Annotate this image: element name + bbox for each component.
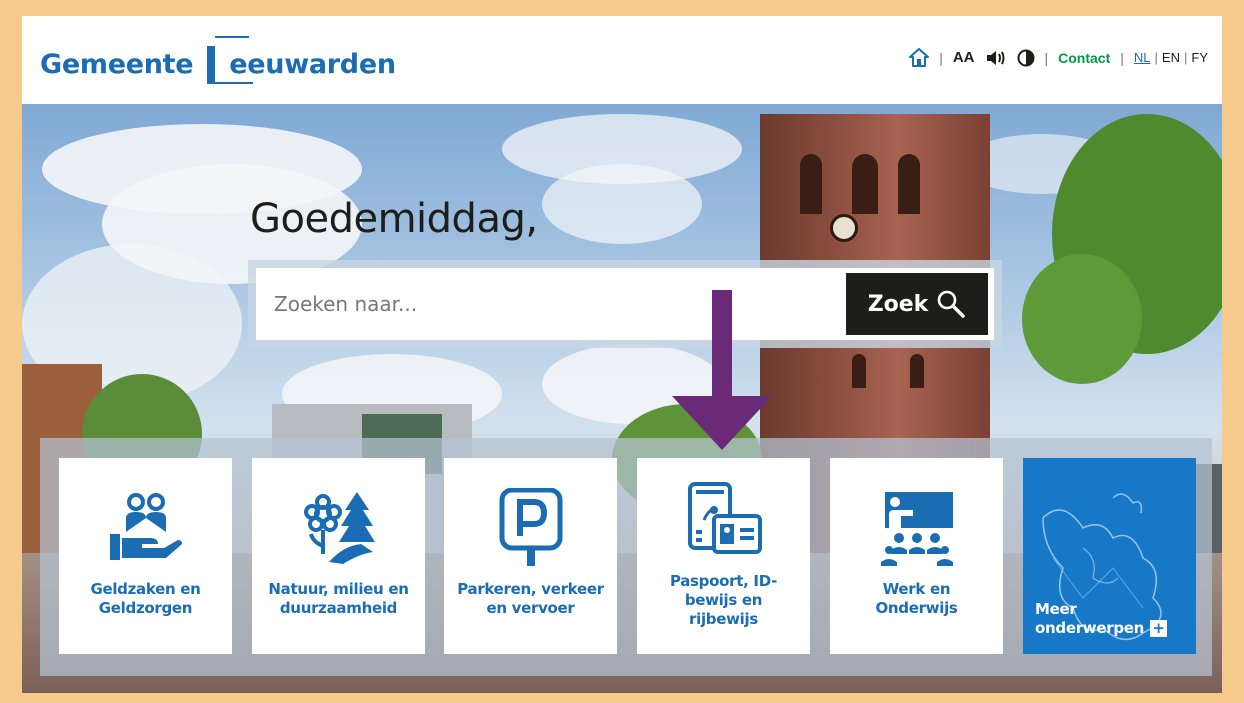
site-logo[interactable]: Gemeente eeuwarden (40, 36, 396, 88)
header-toolbar: | AA | Contact | NL | EN | FY (909, 48, 1208, 67)
money-care-icon (106, 488, 186, 568)
tile-parkeren[interactable]: Parkeren, verkeer en vervoer (444, 458, 617, 654)
separator: | (1154, 50, 1158, 65)
tile-label: Werk en Onderwijs (875, 580, 958, 617)
contact-link[interactable]: Contact (1058, 50, 1110, 66)
speaker-icon[interactable] (985, 49, 1007, 67)
contrast-icon[interactable] (1017, 49, 1035, 67)
tile-label: Natuur, milieu en duurzaamheid (268, 580, 409, 617)
search-button-label: Zoek (867, 291, 929, 317)
search-button[interactable]: Zoek (846, 273, 988, 335)
tile-werk[interactable]: Werk en Onderwijs (830, 458, 1003, 654)
tile-label: Geldzaken en Geldzorgen (90, 580, 201, 617)
tile-natuur[interactable]: Natuur, milieu en duurzaamheid (252, 458, 425, 654)
plus-icon: + (1150, 620, 1168, 637)
page-frame: Gemeente eeuwarden | AA | Contact | NL |… (22, 16, 1222, 693)
lang-en-link[interactable]: EN (1162, 50, 1180, 65)
nature-icon (299, 488, 379, 568)
separator: | (939, 49, 943, 66)
tile-label: Parkeren, verkeer en vervoer (457, 580, 604, 617)
parking-icon (496, 488, 566, 568)
topic-tiles: Geldzaken en Geldzorgen Natuur, milieu e… (40, 438, 1212, 676)
classroom-icon (877, 488, 957, 568)
more-topics-label: Meer onderwerpen + (1035, 600, 1168, 638)
lang-fy-link[interactable]: FY (1191, 50, 1208, 65)
annotation-arrow-down-icon (672, 290, 772, 450)
lang-nl-link[interactable]: NL (1134, 50, 1151, 65)
separator: | (1044, 49, 1049, 66)
tile-meer-onderwerpen[interactable]: Meer onderwerpen + (1023, 458, 1196, 654)
logo-text-eeuwarden: eeuwarden (229, 48, 396, 80)
logo-text-gemeente: Gemeente (40, 48, 194, 80)
tile-label: Paspoort, ID- bewijs en rijbewijs (669, 572, 778, 628)
search-inner: Zoek (256, 268, 994, 340)
search-box: Zoek (248, 260, 1002, 348)
id-card-icon (684, 480, 764, 560)
tile-paspoort[interactable]: Paspoort, ID- bewijs en rijbewijs (637, 458, 810, 654)
home-icon[interactable] (909, 48, 930, 67)
tile-geldzaken[interactable]: Geldzaken en Geldzorgen (59, 458, 232, 654)
text-size-icon[interactable]: AA (953, 49, 975, 66)
site-header: Gemeente eeuwarden | AA | Contact | NL |… (22, 16, 1222, 104)
search-icon (938, 290, 966, 318)
separator: | (1120, 49, 1124, 66)
logo-l-mark (205, 36, 254, 88)
hero-section: Goedemiddag, Zoeken naar... Zoek Geldzak… (22, 104, 1222, 693)
greeting-heading: Goedemiddag, (250, 196, 538, 242)
separator: | (1183, 50, 1188, 65)
